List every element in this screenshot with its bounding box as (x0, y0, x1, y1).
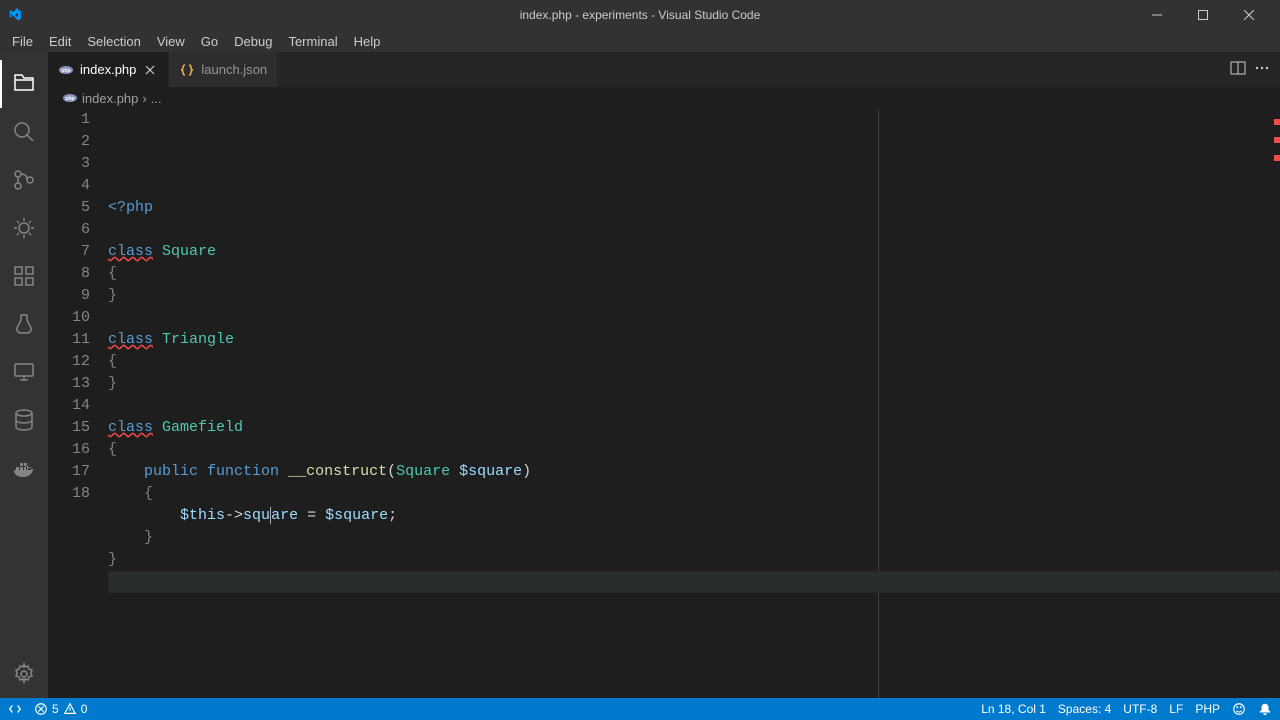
code-line[interactable]: class Square (108, 241, 1280, 263)
tab-label: launch.json (201, 62, 267, 77)
line-numbers: 123456789101112131415161718 (48, 109, 108, 698)
code-line[interactable]: { (108, 263, 1280, 285)
tab-index-php[interactable]: php index.php (48, 52, 169, 87)
php-file-icon: php (62, 90, 78, 106)
menu-terminal[interactable]: Terminal (280, 32, 345, 51)
cursor-position[interactable]: Ln 18, Col 1 (981, 702, 1046, 716)
menu-edit[interactable]: Edit (41, 32, 79, 51)
activity-settings[interactable] (0, 650, 48, 698)
breadcrumb-file: index.php (82, 91, 138, 106)
menu-help[interactable]: Help (346, 32, 389, 51)
code-line[interactable]: } (108, 373, 1280, 395)
json-file-icon (179, 62, 195, 78)
window-close-button[interactable] (1226, 0, 1272, 30)
title-bar: index.php - experiments - Visual Studio … (0, 0, 1280, 30)
warning-count: 0 (81, 702, 88, 716)
chevron-right-icon: › (142, 91, 146, 106)
activity-bar (0, 52, 48, 698)
activity-testing[interactable] (0, 300, 48, 348)
notifications-icon[interactable] (1258, 702, 1272, 716)
code-line[interactable]: class Triangle (108, 329, 1280, 351)
svg-text:php: php (65, 96, 74, 102)
code-line[interactable] (108, 307, 1280, 329)
problems-indicator[interactable]: 5 0 (34, 702, 87, 716)
code-line[interactable]: { (108, 439, 1280, 461)
code-line[interactable]: } (108, 285, 1280, 307)
breadcrumb-symbol: ... (151, 91, 162, 106)
menu-bar: File Edit Selection View Go Debug Termin… (0, 30, 1280, 52)
code-line[interactable] (108, 219, 1280, 241)
encoding[interactable]: UTF-8 (1123, 702, 1157, 716)
activity-remote[interactable] (0, 348, 48, 396)
activity-database[interactable] (0, 396, 48, 444)
activity-debug[interactable] (0, 204, 48, 252)
code-editor[interactable]: 123456789101112131415161718 <?php class S… (48, 109, 1280, 698)
code-line[interactable]: class Gamefield (108, 417, 1280, 439)
editor-tabs: php index.php launch.json (48, 52, 1280, 87)
php-file-icon: php (58, 62, 74, 78)
code-line[interactable]: { (108, 351, 1280, 373)
svg-text:php: php (61, 68, 70, 74)
activity-extensions[interactable] (0, 252, 48, 300)
activity-docker[interactable] (0, 444, 48, 492)
window-maximize-button[interactable] (1180, 0, 1226, 30)
code-line[interactable] (108, 395, 1280, 417)
code-line[interactable]: public function __construct(Square $squa… (108, 461, 1280, 483)
breadcrumb[interactable]: php index.php › ... (48, 87, 1280, 109)
close-icon[interactable] (142, 62, 158, 78)
window-title: index.php - experiments - Visual Studio … (520, 8, 761, 22)
tab-launch-json[interactable]: launch.json (169, 52, 278, 87)
code-line[interactable]: } (108, 549, 1280, 571)
menu-go[interactable]: Go (193, 32, 226, 51)
code-content[interactable]: <?phpclass Square{}class Triangle{}class… (108, 109, 1280, 698)
code-line[interactable]: } (108, 527, 1280, 549)
feedback-icon[interactable] (1232, 702, 1246, 716)
error-count: 5 (52, 702, 59, 716)
menu-selection[interactable]: Selection (79, 32, 148, 51)
menu-file[interactable]: File (4, 32, 41, 51)
language-mode[interactable]: PHP (1195, 702, 1220, 716)
remote-indicator[interactable] (8, 702, 22, 716)
activity-search[interactable] (0, 108, 48, 156)
indentation[interactable]: Spaces: 4 (1058, 702, 1111, 716)
code-line[interactable] (108, 571, 1280, 593)
menu-view[interactable]: View (149, 32, 193, 51)
status-bar: 5 0 Ln 18, Col 1 Spaces: 4 UTF-8 LF PHP (0, 698, 1280, 720)
activity-source-control[interactable] (0, 156, 48, 204)
window-minimize-button[interactable] (1134, 0, 1180, 30)
activity-explorer[interactable] (0, 60, 48, 108)
code-line[interactable]: { (108, 483, 1280, 505)
menu-debug[interactable]: Debug (226, 32, 280, 51)
vscode-logo-icon (8, 8, 22, 22)
eol[interactable]: LF (1169, 702, 1183, 716)
tab-label: index.php (80, 62, 136, 77)
code-line[interactable]: <?php (108, 197, 1280, 219)
code-line[interactable]: $this->square = $square; (108, 505, 1280, 527)
more-actions-icon[interactable] (1254, 60, 1270, 79)
split-editor-icon[interactable] (1230, 60, 1246, 79)
